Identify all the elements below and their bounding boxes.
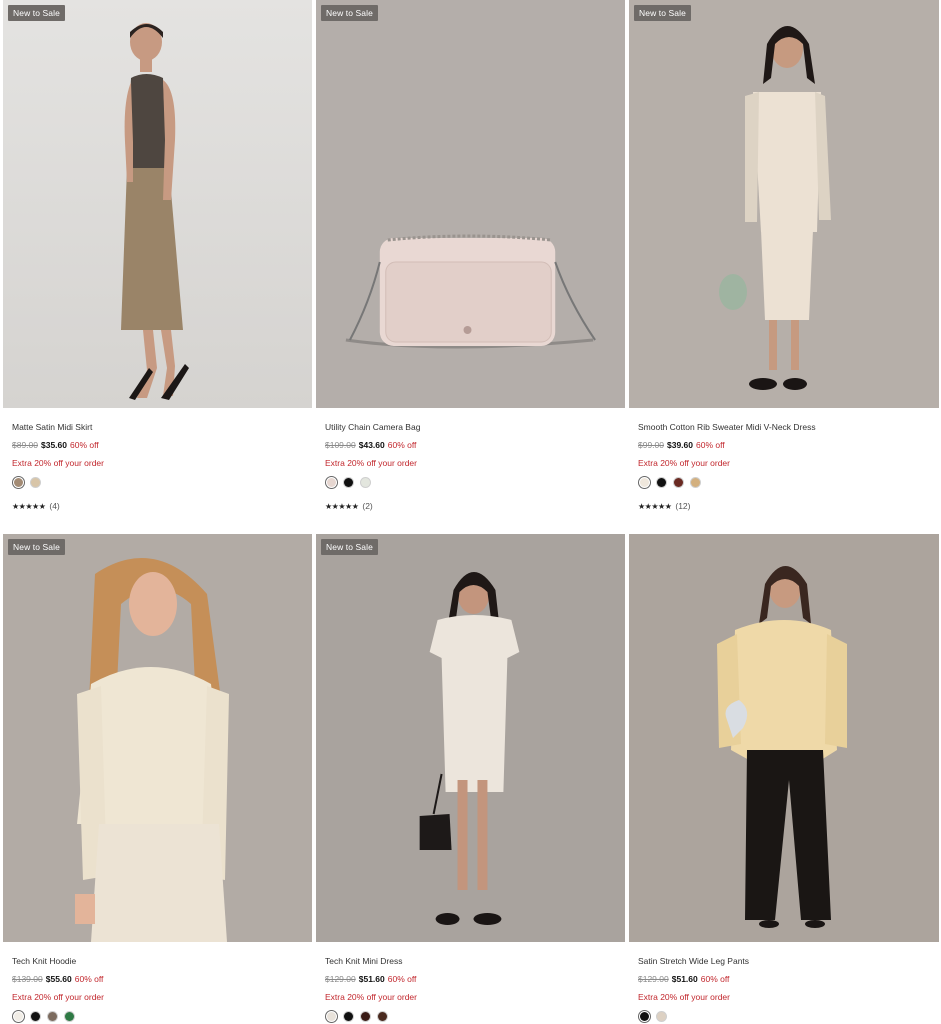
color-swatch[interactable] (14, 477, 23, 487)
discount-label: 60% off (696, 440, 725, 450)
original-price: $129.00 (638, 974, 669, 984)
color-swatches (12, 475, 303, 489)
discount-label: 60% off (74, 974, 104, 984)
sale-price: $51.60 (671, 974, 698, 984)
product-card[interactable]: Satin Stretch Wide Leg Pants $129.00 $51.… (629, 534, 939, 1024)
product-image[interactable]: New to Sale (316, 0, 625, 408)
color-swatch[interactable] (48, 1011, 57, 1021)
color-swatch[interactable] (640, 477, 649, 487)
sale-price: $55.60 (45, 974, 72, 984)
original-price: $99.00 (638, 440, 664, 450)
product-name[interactable]: Matte Satin Midi Skirt (12, 421, 303, 433)
product-grid: New to Sale Matte Satin Midi Skirt $89.0… (3, 0, 939, 1024)
promo-text: Extra 20% off your order (12, 458, 104, 468)
product-price: $129.00 $51.60 60% off (325, 973, 616, 985)
product-price: $99.00 $39.60 60% off (638, 439, 930, 451)
color-swatch[interactable] (344, 1011, 353, 1021)
new-to-sale-badge: New to Sale (8, 539, 65, 555)
product-card[interactable]: New to Sale Smooth Cotton Rib Sweater Mi… (629, 0, 939, 534)
color-swatches (638, 475, 930, 489)
sale-price: $35.60 (41, 440, 67, 450)
star-rating-icon: ★★★★★ (12, 501, 46, 511)
color-swatch[interactable] (691, 477, 700, 487)
color-swatch[interactable] (361, 477, 370, 487)
original-price: $109.00 (325, 440, 356, 450)
new-to-sale-badge: New to Sale (321, 5, 378, 21)
product-image[interactable]: New to Sale (629, 0, 939, 408)
promo-text: Extra 20% off your order (638, 458, 730, 468)
product-name[interactable]: Utility Chain Camera Bag (325, 421, 616, 433)
discount-label: 60% off (70, 440, 99, 450)
product-image[interactable]: New to Sale (316, 534, 625, 942)
color-swatch[interactable] (657, 1011, 666, 1021)
color-swatch[interactable] (327, 477, 336, 487)
color-swatch[interactable] (65, 1011, 74, 1021)
product-name[interactable]: Tech Knit Hoodie (12, 955, 303, 967)
discount-label: 60% off (387, 440, 417, 450)
color-swatch[interactable] (31, 1011, 40, 1021)
product-name[interactable]: Smooth Cotton Rib Sweater Midi V-Neck Dr… (638, 421, 930, 433)
promo-text: Extra 20% off your order (638, 992, 730, 1002)
new-to-sale-badge: New to Sale (8, 5, 65, 21)
color-swatch[interactable] (657, 477, 666, 487)
color-swatch[interactable] (327, 1011, 336, 1021)
product-price: $139.00 $55.60 60% off (12, 973, 303, 985)
product-name[interactable]: Satin Stretch Wide Leg Pants (638, 955, 930, 967)
promo-text: Extra 20% off your order (325, 458, 417, 468)
promo-text: Extra 20% off your order (325, 992, 417, 1002)
color-swatch[interactable] (344, 477, 353, 487)
star-rating-icon: ★★★★★ (325, 501, 359, 511)
product-card[interactable]: New to Sale Matte Satin Midi Skirt $89.0… (3, 0, 312, 534)
color-swatch[interactable] (640, 1011, 649, 1021)
product-price: $89.00 $35.60 60% off (12, 439, 303, 451)
promo-text: Extra 20% off your order (12, 992, 104, 1002)
sale-price: $51.60 (358, 974, 385, 984)
product-name[interactable]: Tech Knit Mini Dress (325, 955, 616, 967)
review-count: (12) (675, 501, 691, 511)
product-image[interactable]: New to Sale (3, 534, 312, 942)
color-swatches (12, 1009, 303, 1023)
sale-price: $39.60 (667, 440, 693, 450)
color-swatch[interactable] (378, 1011, 387, 1021)
product-price: $109.00 $43.60 60% off (325, 439, 616, 451)
product-rating[interactable]: ★★★★★ (12) (638, 501, 930, 511)
new-to-sale-badge: New to Sale (634, 5, 691, 21)
original-price: $139.00 (12, 974, 43, 984)
product-card[interactable]: New to Sale Tech Knit Mini Dress $129.00… (316, 534, 625, 1024)
product-card[interactable]: New to Sale Utility Chain Camera Bag $10… (316, 0, 625, 534)
discount-label: 60% off (700, 974, 730, 984)
color-swatches (638, 1009, 930, 1023)
star-rating-icon: ★★★★★ (638, 501, 672, 511)
discount-label: 60% off (387, 974, 417, 984)
original-price: $129.00 (325, 974, 356, 984)
color-swatch[interactable] (31, 477, 40, 487)
product-price: $129.00 $51.60 60% off (638, 973, 930, 985)
color-swatch[interactable] (674, 477, 683, 487)
product-card[interactable]: New to Sale Tech Knit Hoodie $139.00 $55.… (3, 534, 312, 1024)
new-to-sale-badge: New to Sale (321, 539, 378, 555)
review-count: (2) (362, 501, 373, 511)
original-price: $89.00 (12, 440, 38, 450)
product-image[interactable]: New to Sale (3, 0, 312, 408)
product-image[interactable] (629, 534, 939, 942)
product-rating[interactable]: ★★★★★ (2) (325, 501, 616, 511)
color-swatch[interactable] (361, 1011, 370, 1021)
product-rating[interactable]: ★★★★★ (4) (12, 501, 303, 511)
color-swatch[interactable] (14, 1011, 23, 1021)
review-count: (4) (49, 501, 60, 511)
color-swatches (325, 1009, 616, 1023)
sale-price: $43.60 (358, 440, 385, 450)
color-swatches (325, 475, 616, 489)
